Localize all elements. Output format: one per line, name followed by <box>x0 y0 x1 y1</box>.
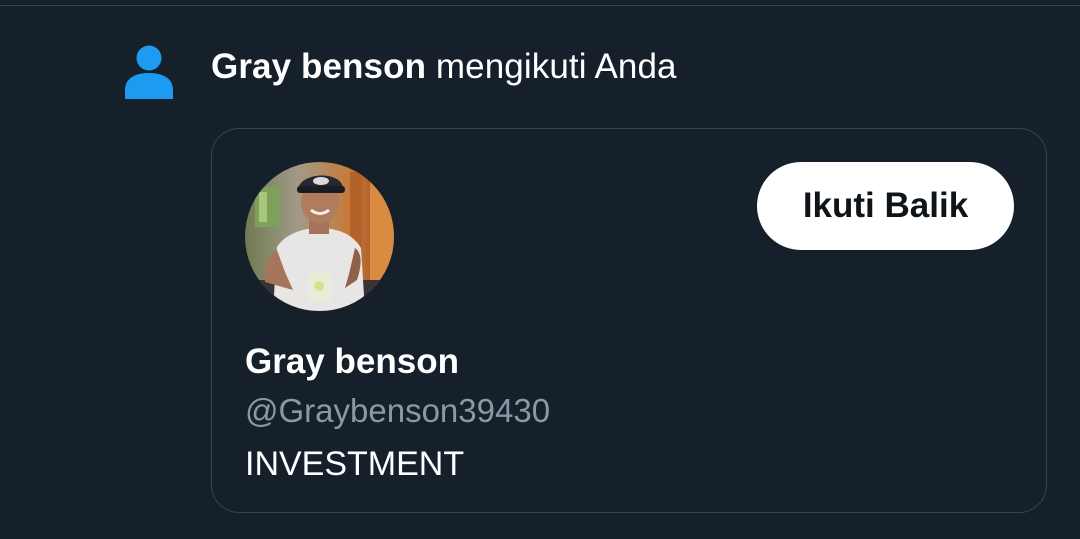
user-handle[interactable]: @Graybenson39430 <box>245 391 550 431</box>
top-divider <box>0 0 1080 6</box>
follow-back-button[interactable]: Ikuti Balik <box>757 162 1014 250</box>
display-name[interactable]: Gray benson <box>245 341 459 383</box>
user-bio: INVESTMENT <box>245 445 465 483</box>
profile-card[interactable]: Ikuti Balik Gray benson @Graybenson39430… <box>211 128 1047 513</box>
notification-action-text: mengikuti Anda <box>426 47 677 86</box>
follower-name-link[interactable]: Gray benson <box>211 47 426 86</box>
person-icon <box>122 43 176 101</box>
notification-text: Gray benson mengikuti Anda <box>211 44 677 90</box>
avatar[interactable] <box>245 162 394 311</box>
